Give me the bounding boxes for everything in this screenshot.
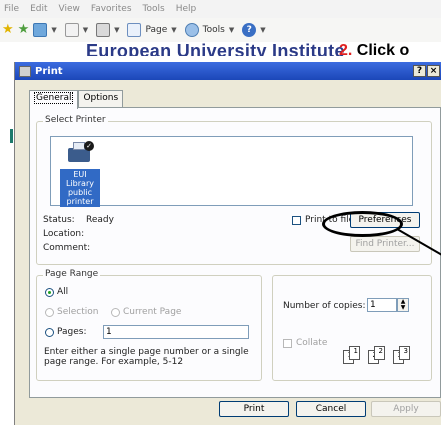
printer-list[interactable]: ✓ EUI Library public printer xyxy=(50,136,413,207)
copies-stepper[interactable]: ▲ ▼ xyxy=(397,298,409,312)
tab-general[interactable]: General xyxy=(29,90,79,109)
site-title: European University Institute xyxy=(86,42,345,56)
step-text: Click o xyxy=(356,42,410,59)
tools-menu-label[interactable]: Tools xyxy=(203,25,225,35)
close-button[interactable]: × xyxy=(427,65,440,77)
help-icon[interactable]: ? xyxy=(242,23,257,37)
printer-item-eui-library[interactable]: EUI Library public printer xyxy=(60,169,100,207)
select-printer-group: Select Printer ✓ EUI Library public prin… xyxy=(36,115,432,265)
chevron-down-icon[interactable]: ▼ xyxy=(229,26,234,34)
print-dialog: Print ? × General Options Select Printer… xyxy=(14,62,441,425)
browser-toolbar: ★ ★ ▼ ▼ ▼ Page ▼ Tools ▼ ? ▼ xyxy=(0,18,441,42)
status-value: Ready xyxy=(86,215,114,225)
page-accent-mark xyxy=(10,129,13,143)
page-range-group: Page Range All Selection Current Page Pa… xyxy=(36,269,262,381)
step-number: 2. xyxy=(339,42,353,59)
menu-view[interactable]: View xyxy=(59,4,80,14)
chevron-down-icon[interactable]: ▼ xyxy=(51,26,56,34)
menu-tools[interactable]: Tools xyxy=(143,4,165,14)
home-icon[interactable] xyxy=(33,23,48,37)
general-tab-panel: Select Printer ✓ EUI Library public prin… xyxy=(29,107,441,398)
chevron-down-icon[interactable]: ▼ xyxy=(83,26,88,34)
print-icon[interactable] xyxy=(96,23,111,37)
pages-label: Pages: xyxy=(57,327,87,337)
all-radio[interactable] xyxy=(45,288,54,297)
menu-favorites[interactable]: Favorites xyxy=(91,4,132,14)
printer-title-icon xyxy=(19,65,31,77)
current-page-label: Current Page xyxy=(123,307,182,317)
tab-options[interactable]: Options xyxy=(78,90,124,108)
chevron-down-icon[interactable]: ▼ xyxy=(114,26,119,34)
status-label: Status: xyxy=(43,215,75,225)
page-range-label: Page Range xyxy=(43,269,101,279)
help-button[interactable]: ? xyxy=(413,65,426,77)
add-favorites-icon[interactable]: ★ xyxy=(18,23,30,37)
find-printer-button: Find Printer... xyxy=(350,236,420,252)
printer-icon[interactable]: ✓ xyxy=(66,141,94,167)
feeds-icon[interactable] xyxy=(64,23,79,37)
page-menu-label[interactable]: Page xyxy=(145,25,167,35)
number-of-copies-label: Number of copies: xyxy=(283,301,366,311)
preferences-highlight-ellipse xyxy=(322,211,403,237)
instruction-step-label: 2. Click o xyxy=(339,42,409,60)
page-left-strip xyxy=(0,80,14,425)
collate-checkbox xyxy=(283,339,292,348)
comment-label: Comment: xyxy=(43,243,91,253)
select-printer-label: Select Printer xyxy=(43,115,108,125)
pages-radio[interactable] xyxy=(45,328,54,337)
current-page-radio xyxy=(111,308,120,317)
chevron-down-icon[interactable]: ▼ xyxy=(260,26,265,34)
selection-label: Selection xyxy=(57,307,99,317)
favorites-star-icon[interactable]: ★ xyxy=(2,23,14,37)
tools-gear-icon[interactable] xyxy=(184,23,199,37)
menu-help[interactable]: Help xyxy=(176,4,197,14)
collate-label: Collate xyxy=(296,338,328,348)
dialog-title: Print xyxy=(35,65,63,77)
dialog-titlebar[interactable]: Print ? × xyxy=(15,62,441,80)
print-button[interactable]: Print xyxy=(219,401,289,417)
menu-edit[interactable]: Edit xyxy=(30,4,47,14)
print-to-file-checkbox[interactable] xyxy=(292,216,301,225)
copies-input[interactable]: 1 xyxy=(367,298,397,312)
browser-menubar: File Edit View Favorites Tools Help xyxy=(0,0,441,18)
page-range-hint: Enter either a single page number or a s… xyxy=(44,347,249,367)
chevron-down-icon[interactable]: ▼ xyxy=(171,26,176,34)
dialog-tabs: General Options xyxy=(29,90,124,109)
all-label: All xyxy=(57,287,69,297)
page-icon[interactable] xyxy=(127,23,142,37)
apply-button: Apply xyxy=(371,401,441,417)
menu-file[interactable]: File xyxy=(4,4,19,14)
selection-radio xyxy=(45,308,54,317)
location-label: Location: xyxy=(43,229,85,239)
copies-group: Number of copies: 1 ▲▼ Collate 1 1 2 2 3… xyxy=(272,275,432,381)
cancel-button[interactable]: Cancel xyxy=(296,401,366,417)
pages-input[interactable]: 1 xyxy=(103,325,249,339)
